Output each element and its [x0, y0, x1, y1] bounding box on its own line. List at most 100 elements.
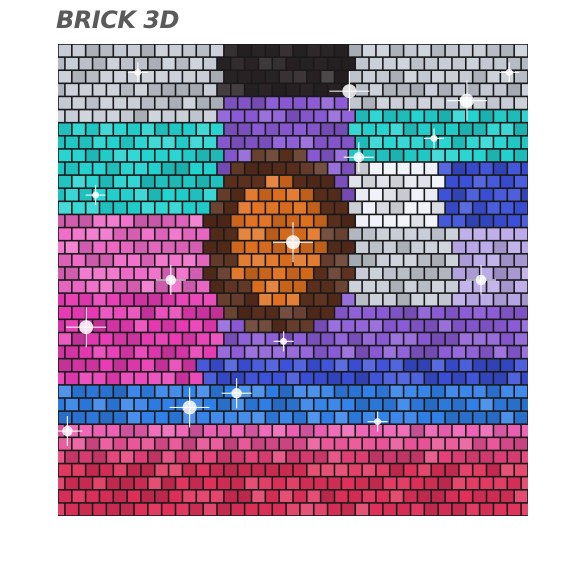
brick-tile — [86, 71, 99, 83]
brick-tile — [273, 57, 286, 70]
brick-tile — [127, 175, 141, 188]
brick-tile — [300, 398, 313, 411]
brick-tile — [397, 293, 410, 306]
brick-tile — [445, 438, 459, 450]
brick-tile — [356, 425, 369, 437]
brick-tile — [259, 189, 272, 201]
brick-tile — [58, 110, 65, 122]
brick-tile — [314, 503, 327, 516]
brick-tile — [176, 425, 189, 437]
brick-tile — [169, 149, 182, 162]
brick-tile — [121, 136, 134, 149]
brick-tile — [501, 359, 514, 371]
brick-tile — [418, 359, 431, 371]
brick-tile — [231, 267, 244, 280]
brick-tile — [210, 490, 224, 503]
brick-tile — [411, 425, 424, 437]
brick-tile — [107, 136, 120, 149]
brick-tile — [411, 372, 424, 385]
brick-tile — [252, 411, 265, 424]
brick-tile — [508, 267, 521, 280]
brick-tile — [404, 464, 417, 476]
brick-tile — [452, 425, 465, 437]
brick-tile — [93, 320, 106, 332]
brick-tile — [438, 293, 452, 306]
brick-tile — [127, 385, 141, 398]
brick-tile — [224, 97, 237, 109]
brick-tile — [238, 464, 251, 476]
brick-tile — [390, 149, 403, 162]
brick-tile — [508, 293, 521, 306]
brick-tile — [245, 372, 258, 385]
brick-tile — [72, 359, 85, 371]
brick-tile — [197, 438, 210, 450]
brick-tile — [390, 490, 403, 503]
brick-tile — [245, 293, 258, 306]
brick-tile — [487, 438, 500, 450]
brick-tile — [418, 123, 431, 135]
brick-tile — [203, 215, 217, 227]
brick-tile — [273, 372, 286, 385]
brick-tile — [72, 385, 85, 398]
brick-tile — [286, 189, 300, 201]
brick-tile — [155, 359, 168, 371]
brick-tile — [100, 149, 113, 162]
brick-tile — [224, 464, 237, 476]
brick-tile — [369, 162, 383, 175]
brick-tile — [231, 346, 244, 358]
brick-tile — [183, 254, 196, 267]
brick-tile — [397, 162, 410, 175]
brick-tile — [300, 503, 313, 516]
brick-tile — [300, 110, 313, 122]
brick-tile — [58, 215, 65, 227]
brick-tile — [369, 189, 383, 201]
brick-tile — [107, 267, 120, 280]
brick-tile — [362, 490, 376, 503]
brick-tile — [266, 411, 279, 424]
brick-tile — [203, 346, 217, 358]
brick-tile — [100, 307, 113, 319]
brick-tile — [342, 477, 355, 489]
brick-tile — [210, 254, 224, 267]
brick-tile — [383, 136, 396, 149]
brick-tile — [418, 254, 431, 267]
brick-tile — [452, 84, 465, 96]
brick-tile — [127, 280, 141, 293]
brick-tile — [79, 503, 92, 516]
brick-tile — [210, 228, 224, 240]
brick-tile — [58, 57, 65, 70]
brick-tile — [286, 477, 300, 489]
brick-tile — [58, 411, 72, 424]
brick-tile — [342, 372, 355, 385]
brick-tile — [432, 359, 445, 371]
brick-tile — [487, 202, 500, 214]
sparkle-icon — [273, 222, 313, 263]
brick-tile — [273, 241, 286, 253]
brick-tile — [300, 451, 313, 463]
brick-tile — [438, 241, 452, 253]
brick-tile — [480, 372, 493, 385]
brick-tile — [390, 333, 403, 345]
brick-tile — [245, 503, 258, 516]
brick-tile — [376, 464, 389, 476]
brick-tile — [107, 320, 120, 332]
brick-tile — [404, 123, 417, 135]
brick-tile — [183, 307, 196, 319]
brick-tile — [432, 97, 445, 109]
brick-tile — [107, 84, 120, 96]
brick-tile — [58, 267, 65, 280]
brick-tile — [224, 123, 237, 135]
brick-tile — [508, 425, 521, 437]
brick-tile — [162, 110, 175, 122]
brick-tile — [197, 149, 210, 162]
brick-tile — [238, 411, 251, 424]
brick-tile — [197, 490, 210, 503]
brick-tile — [314, 215, 327, 227]
brick-tile — [65, 241, 78, 253]
brick-tile — [259, 241, 272, 253]
brick-tile — [438, 346, 452, 358]
brick-tile — [65, 189, 78, 201]
brick-tile — [224, 333, 237, 345]
brick-tile — [58, 71, 72, 83]
brick-tile — [134, 241, 148, 253]
